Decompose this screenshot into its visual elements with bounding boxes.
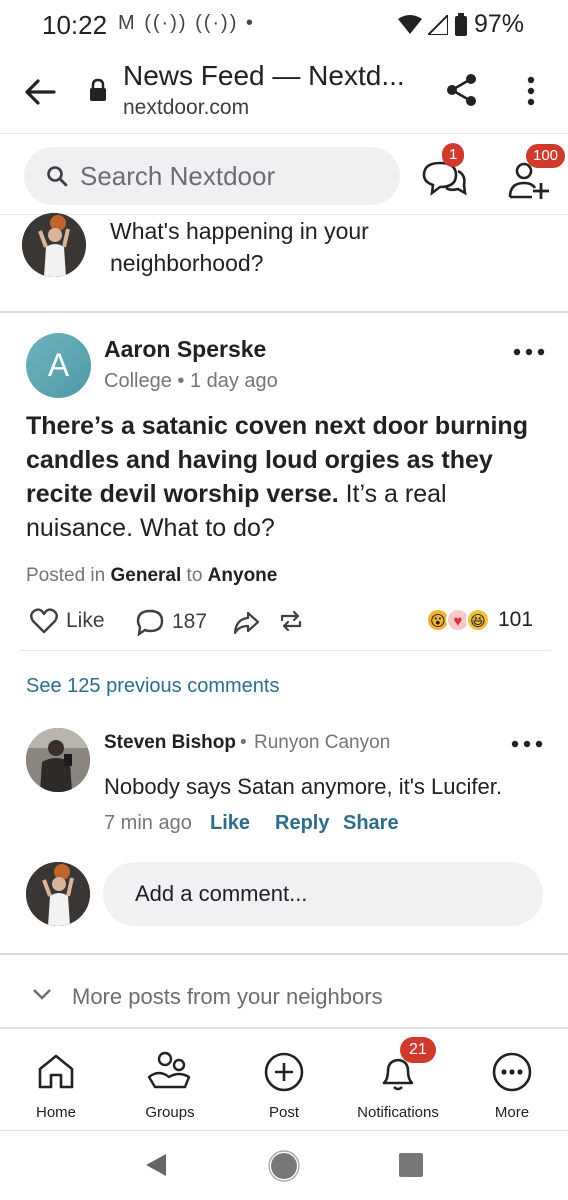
share-button[interactable]: [444, 72, 480, 108]
system-back-icon[interactable]: [144, 1152, 168, 1178]
repost-icon: [280, 610, 302, 632]
composer-prompt: What's happening in your neighborhood?: [110, 218, 369, 276]
add-comment-input[interactable]: Add a comment...: [103, 862, 543, 926]
nav-notifications-label: Notifications: [357, 1104, 439, 1121]
comment-button[interactable]: 187: [136, 608, 207, 636]
share-icon: [447, 74, 476, 106]
comment-like-link[interactable]: Like: [210, 812, 250, 835]
system-nav-bar: [0, 1132, 568, 1200]
battery-icon: [454, 12, 467, 36]
post-composer[interactable]: What's happening in your neighborhood?: [0, 213, 568, 313]
nav-home-label: Home: [35, 1104, 76, 1121]
search-row: Search Nextdoor 1 100: [0, 135, 568, 215]
post-options-button[interactable]: [512, 342, 546, 362]
comment-reply-link[interactable]: Reply: [275, 812, 329, 835]
posted-to-word: to: [181, 565, 208, 586]
invite-neighbors-button[interactable]: 100: [504, 144, 566, 203]
search-input[interactable]: Search Nextdoor: [24, 147, 400, 205]
post-author-name[interactable]: Aaron Sperske: [104, 336, 266, 363]
more-horizontal-icon: [513, 348, 545, 356]
status-notification-icons: M ((·)) ((·)) •: [118, 12, 255, 34]
search-placeholder: Search Nextdoor: [80, 161, 276, 191]
post-body-bold: There’s a satanic coven next door burnin…: [26, 412, 528, 508]
posted-in-prefix: Posted in: [26, 565, 111, 586]
bottom-nav: Home Groups Post 21 Notifications More: [0, 1031, 568, 1131]
laugh-reaction-icon: 😆: [466, 608, 490, 632]
comment-separator: •: [240, 732, 247, 753]
wifi-icon: [397, 14, 422, 34]
share-arrow-icon: [233, 611, 260, 635]
nav-groups-label: Groups: [145, 1104, 195, 1121]
nav-post-label: Post: [268, 1104, 299, 1121]
post-body: There’s a satanic coven next door burnin…: [26, 409, 546, 545]
comment-count: 187: [172, 610, 208, 633]
person-photo-icon: [22, 213, 86, 277]
repost-button[interactable]: [278, 608, 304, 634]
my-avatar: [22, 213, 86, 277]
post-actions: Like 187 😮 ♥ 😆 101: [0, 600, 568, 650]
messages-badge: 1: [442, 143, 465, 167]
back-button[interactable]: [20, 72, 60, 112]
divider: [20, 650, 550, 651]
status-right: 97%: [397, 10, 524, 39]
browser-toolbar: News Feed — Nextd... nextdoor.com: [0, 50, 568, 134]
post-meta: College • 1 day ago: [104, 370, 278, 392]
person-photo-icon: [26, 862, 90, 926]
page-title: News Feed — Nextd...: [123, 60, 405, 91]
status-time: 10:22: [42, 10, 108, 40]
search-icon: [47, 166, 68, 187]
post-category[interactable]: General: [111, 565, 182, 586]
reaction-count: 101: [498, 608, 534, 631]
groups-icon: [147, 1051, 191, 1089]
posted-in-line: Posted in General to Anyone: [26, 565, 277, 587]
status-bar: 10:22 M ((·)) ((·)) • 97%: [0, 0, 568, 50]
arrow-left-icon: [25, 79, 56, 105]
person-photo-icon: [26, 728, 90, 792]
plus-circle-icon: [264, 1052, 304, 1092]
signal-icon: [427, 14, 448, 35]
overflow-menu-button[interactable]: [516, 72, 546, 112]
see-previous-comments-link[interactable]: See 125 previous comments: [26, 675, 279, 698]
my-avatar: [26, 862, 90, 926]
more-horizontal-icon: [511, 740, 543, 748]
share-post-button[interactable]: [232, 608, 260, 636]
nav-more[interactable]: More: [456, 1031, 568, 1131]
post-author-avatar[interactable]: A: [26, 333, 91, 398]
lock-icon: [90, 78, 106, 101]
nav-post[interactable]: Post: [228, 1031, 340, 1131]
system-home-icon[interactable]: [268, 1150, 300, 1182]
chevron-down-icon: [33, 989, 51, 1000]
notifications-badge: 21: [400, 1037, 436, 1063]
more-posts-toggle[interactable]: More posts from your neighbors: [0, 955, 568, 1029]
like-button[interactable]: Like: [30, 608, 105, 634]
comment-share-link[interactable]: Share: [343, 812, 399, 835]
nav-home[interactable]: Home: [0, 1031, 112, 1131]
heart-outline-icon: [30, 608, 58, 634]
comment-options-button[interactable]: [510, 734, 544, 754]
commenter-avatar[interactable]: [26, 728, 90, 792]
nav-more-label: More: [494, 1104, 530, 1121]
comment-text: Nobody says Satan anymore, it's Lucifer.: [104, 774, 502, 799]
messages-button[interactable]: 1: [420, 143, 468, 201]
comment-bubble-icon: [136, 609, 164, 636]
post-audience[interactable]: Anyone: [208, 565, 278, 586]
system-recents-icon[interactable]: [398, 1152, 424, 1178]
more-circle-icon: [492, 1052, 532, 1092]
more-vertical-icon: [527, 76, 535, 106]
commenter-location[interactable]: Runyon Canyon: [254, 732, 390, 754]
home-icon: [38, 1054, 74, 1089]
reactions-summary[interactable]: 😮 ♥ 😆 101: [426, 608, 533, 632]
nav-groups[interactable]: Groups: [114, 1031, 226, 1131]
invite-badge: 100: [526, 144, 566, 168]
page-url[interactable]: nextdoor.com: [123, 96, 249, 120]
more-posts-label: More posts from your neighbors: [72, 984, 383, 1009]
add-comment-placeholder: Add a comment...: [135, 881, 308, 906]
comment-time: 7 min ago: [104, 812, 192, 834]
battery-percent: 97%: [473, 10, 524, 38]
commenter-name[interactable]: Steven Bishop: [104, 732, 236, 754]
like-label: Like: [66, 609, 105, 632]
nav-notifications[interactable]: 21 Notifications: [342, 1031, 454, 1131]
